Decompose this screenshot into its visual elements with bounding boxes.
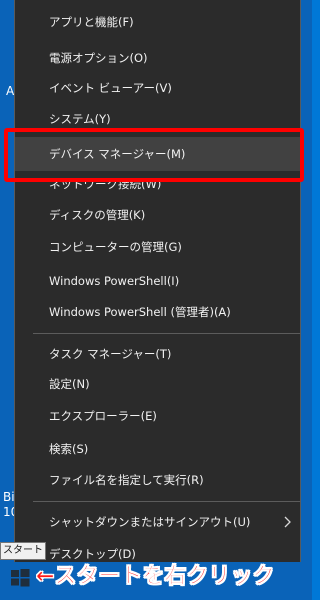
desktop-icon-label[interactable]: A (6, 84, 14, 98)
start-tooltip: スタート (0, 542, 46, 560)
start-context-menu: アプリと機能(F) 電源オプション(O) イベント ビューアー(V) システム(… (14, 0, 301, 570)
desktop-icon-label[interactable]: Bi (3, 490, 15, 504)
menu-item-label: シャットダウンまたはサインアウト(U) (49, 515, 251, 529)
menu-item-disk-management[interactable]: ディスクの管理(K) (15, 199, 300, 231)
windows-start-button[interactable] (8, 566, 32, 590)
menu-item-task-manager[interactable]: タスク マネージャー(T) (15, 338, 300, 370)
menu-item-explorer[interactable]: エクスプローラー(E) (15, 400, 300, 432)
menu-separator (33, 501, 301, 502)
menu-item-shutdown-signout[interactable]: シャットダウンまたはサインアウト(U) (15, 506, 300, 538)
menu-item-settings[interactable]: 設定(N) (15, 368, 300, 400)
highlight-box (4, 128, 304, 182)
menu-separator (33, 333, 301, 334)
chevron-right-icon (284, 516, 291, 528)
menu-item-powershell[interactable]: Windows PowerShell(I) (15, 265, 300, 297)
menu-item-powershell-admin[interactable]: Windows PowerShell (管理者)(A) (15, 296, 300, 328)
menu-item-apps-features[interactable]: アプリと機能(F) (15, 6, 300, 38)
menu-item-power-options[interactable]: 電源オプション(O) (15, 42, 300, 74)
menu-item-computer-management[interactable]: コンピューターの管理(G) (15, 231, 300, 263)
annotation-caption: ←スタートを右クリック (36, 564, 275, 590)
menu-item-search[interactable]: 検索(S) (15, 433, 300, 465)
menu-item-event-viewer[interactable]: イベント ビューアー(V) (15, 72, 300, 104)
menu-item-run[interactable]: ファイル名を指定して実行(R) (15, 464, 300, 496)
